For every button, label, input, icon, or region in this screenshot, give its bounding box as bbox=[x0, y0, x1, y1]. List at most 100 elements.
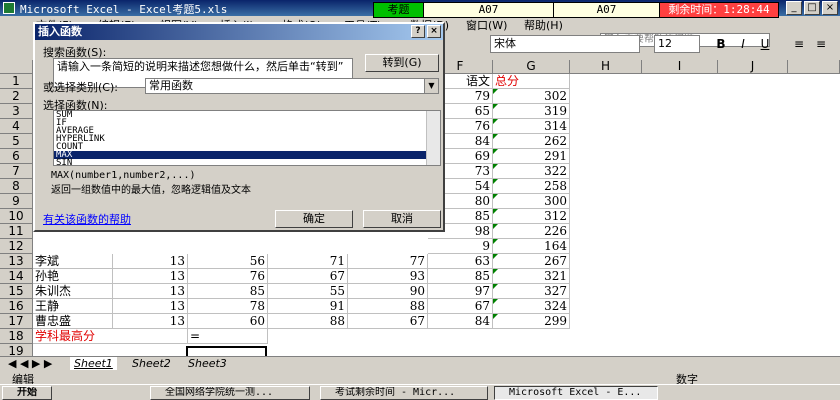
cell-g1[interactable]: 总分 bbox=[493, 74, 570, 89]
cell-g[interactable]: 314 bbox=[493, 119, 570, 134]
cell-g[interactable]: 327 bbox=[493, 284, 570, 299]
row-header[interactable]: 2 bbox=[0, 89, 33, 104]
function-list-item[interactable]: COUNT bbox=[54, 143, 440, 152]
cancel-button[interactable]: 取消 bbox=[363, 210, 441, 228]
cell-e[interactable]: 90 bbox=[348, 284, 428, 299]
function-list-item[interactable]: SIN bbox=[54, 159, 440, 168]
sheet-tab-3[interactable]: Sheet3 bbox=[184, 357, 231, 370]
column-header[interactable]: G bbox=[493, 60, 570, 74]
function-list-item[interactable]: AVERAGE bbox=[54, 127, 440, 136]
sheet-tab-2[interactable]: Sheet2 bbox=[128, 357, 175, 370]
cell-g[interactable]: 164 bbox=[493, 239, 570, 254]
cell-d[interactable]: 55 bbox=[268, 284, 348, 299]
cell-d[interactable]: 91 bbox=[268, 299, 348, 314]
select-all-corner[interactable] bbox=[0, 60, 33, 74]
row-header[interactable]: 1 bbox=[0, 74, 33, 89]
function-list-item[interactable]: HYPERLINK bbox=[54, 135, 440, 144]
cell-a18[interactable]: 学科最高分 bbox=[33, 329, 188, 344]
dialog-help-button[interactable]: ? bbox=[411, 25, 425, 38]
align-left-icon[interactable]: ≡ bbox=[790, 35, 808, 53]
row-header[interactable]: 7 bbox=[0, 164, 33, 179]
row-header[interactable]: 16 bbox=[0, 299, 33, 314]
column-header[interactable]: J bbox=[718, 60, 788, 74]
font-size-select[interactable]: 12 bbox=[654, 35, 700, 53]
cell-b[interactable]: 13 bbox=[113, 284, 188, 299]
row-header[interactable]: 12 bbox=[0, 239, 33, 254]
cell-b[interactable]: 13 bbox=[113, 299, 188, 314]
row-header[interactable]: 3 bbox=[0, 104, 33, 119]
cell-b[interactable]: 13 bbox=[113, 254, 188, 269]
row-header[interactable]: 5 bbox=[0, 134, 33, 149]
exam-label[interactable]: 考题 bbox=[374, 3, 424, 17]
taskbar-item-3[interactable]: Microsoft Excel - E... bbox=[494, 386, 658, 400]
cell-g[interactable]: 302 bbox=[493, 89, 570, 104]
cell-e[interactable]: 77 bbox=[348, 254, 428, 269]
cell-g[interactable]: 324 bbox=[493, 299, 570, 314]
cell-e[interactable]: 67 bbox=[348, 314, 428, 329]
row-header[interactable]: 14 bbox=[0, 269, 33, 284]
cell-c[interactable]: 56 bbox=[188, 254, 268, 269]
column-header[interactable]: H bbox=[570, 60, 642, 74]
row-header[interactable]: 17 bbox=[0, 314, 33, 329]
function-list-item[interactable]: IF bbox=[54, 119, 440, 128]
row-header[interactable]: 9 bbox=[0, 194, 33, 209]
maximize-button[interactable]: □ bbox=[804, 1, 820, 15]
cell-a[interactable]: 孙艳 bbox=[33, 269, 113, 284]
cell-g[interactable]: 267 bbox=[493, 254, 570, 269]
cell-d[interactable]: 88 bbox=[268, 314, 348, 329]
chevron-down-icon[interactable]: ▼ bbox=[424, 79, 438, 93]
row-header[interactable]: 4 bbox=[0, 119, 33, 134]
cell-d[interactable]: 67 bbox=[268, 269, 348, 284]
cell-a[interactable]: 曹忠盛 bbox=[33, 314, 113, 329]
start-button[interactable]: 开始 bbox=[2, 386, 52, 400]
underline-icon[interactable]: U bbox=[756, 35, 774, 53]
cell-e[interactable]: 88 bbox=[348, 299, 428, 314]
cell-f[interactable]: 67 bbox=[428, 299, 493, 314]
row-header[interactable]: 6 bbox=[0, 149, 33, 164]
column-header[interactable]: I bbox=[642, 60, 718, 74]
function-help-link[interactable]: 有关该函数的帮助 bbox=[43, 211, 131, 227]
list-scrollbar[interactable] bbox=[426, 111, 440, 165]
menu-help[interactable]: 帮助(H) bbox=[524, 17, 563, 33]
cell-g[interactable]: 299 bbox=[493, 314, 570, 329]
sheet-tab-1[interactable]: Sheet1 bbox=[70, 357, 117, 370]
cell-b[interactable]: 13 bbox=[113, 314, 188, 329]
cell-g[interactable]: 321 bbox=[493, 269, 570, 284]
row-header[interactable]: 8 bbox=[0, 179, 33, 194]
ok-button[interactable]: 确定 bbox=[275, 210, 353, 228]
cell-c[interactable]: 60 bbox=[188, 314, 268, 329]
align-center-icon[interactable]: ≡ bbox=[812, 35, 830, 53]
function-list-item[interactable]: MAX bbox=[54, 151, 440, 160]
cell-b[interactable]: 13 bbox=[113, 269, 188, 284]
row-header[interactable]: 10 bbox=[0, 209, 33, 224]
font-name-select[interactable]: 宋体 bbox=[490, 35, 640, 53]
tab-nav-icon[interactable]: ◀ ◀ ▶ ▶ bbox=[4, 357, 56, 370]
cell-e[interactable]: 93 bbox=[348, 269, 428, 284]
cell-g[interactable]: 322 bbox=[493, 164, 570, 179]
function-list[interactable]: SUM IF AVERAGE HYPERLINK COUNT MAX SIN bbox=[53, 110, 441, 168]
row-header[interactable]: 11 bbox=[0, 224, 33, 239]
cell-f[interactable]: 97 bbox=[428, 284, 493, 299]
cell-g[interactable]: 319 bbox=[493, 104, 570, 119]
cell-g[interactable]: 300 bbox=[493, 194, 570, 209]
cell-g[interactable]: 258 bbox=[493, 179, 570, 194]
row-header[interactable]: 18 bbox=[0, 329, 33, 344]
go-button[interactable]: 转到(G) bbox=[365, 54, 439, 72]
cell-g[interactable]: 291 bbox=[493, 149, 570, 164]
cell-f[interactable]: 85 bbox=[428, 269, 493, 284]
cell-g[interactable]: 312 bbox=[493, 209, 570, 224]
function-list-item[interactable]: SUM bbox=[54, 111, 440, 120]
taskbar-item-1[interactable]: 全国网络学院统一测... bbox=[150, 386, 310, 400]
cell-c18[interactable]: = bbox=[188, 329, 268, 344]
close-button[interactable]: × bbox=[822, 1, 838, 15]
menu-window[interactable]: 窗口(W) bbox=[466, 17, 507, 33]
category-select[interactable]: 常用函数 ▼ bbox=[145, 78, 439, 94]
row-header[interactable]: 15 bbox=[0, 284, 33, 299]
cell-f[interactable]: 9 bbox=[428, 239, 493, 254]
cell-f[interactable]: 63 bbox=[428, 254, 493, 269]
cell-g[interactable]: 262 bbox=[493, 134, 570, 149]
cell-d[interactable]: 71 bbox=[268, 254, 348, 269]
taskbar-item-2[interactable]: 考试剩余时间 - Micr... bbox=[320, 386, 488, 400]
cell-g[interactable]: 226 bbox=[493, 224, 570, 239]
cell-f[interactable]: 84 bbox=[428, 314, 493, 329]
